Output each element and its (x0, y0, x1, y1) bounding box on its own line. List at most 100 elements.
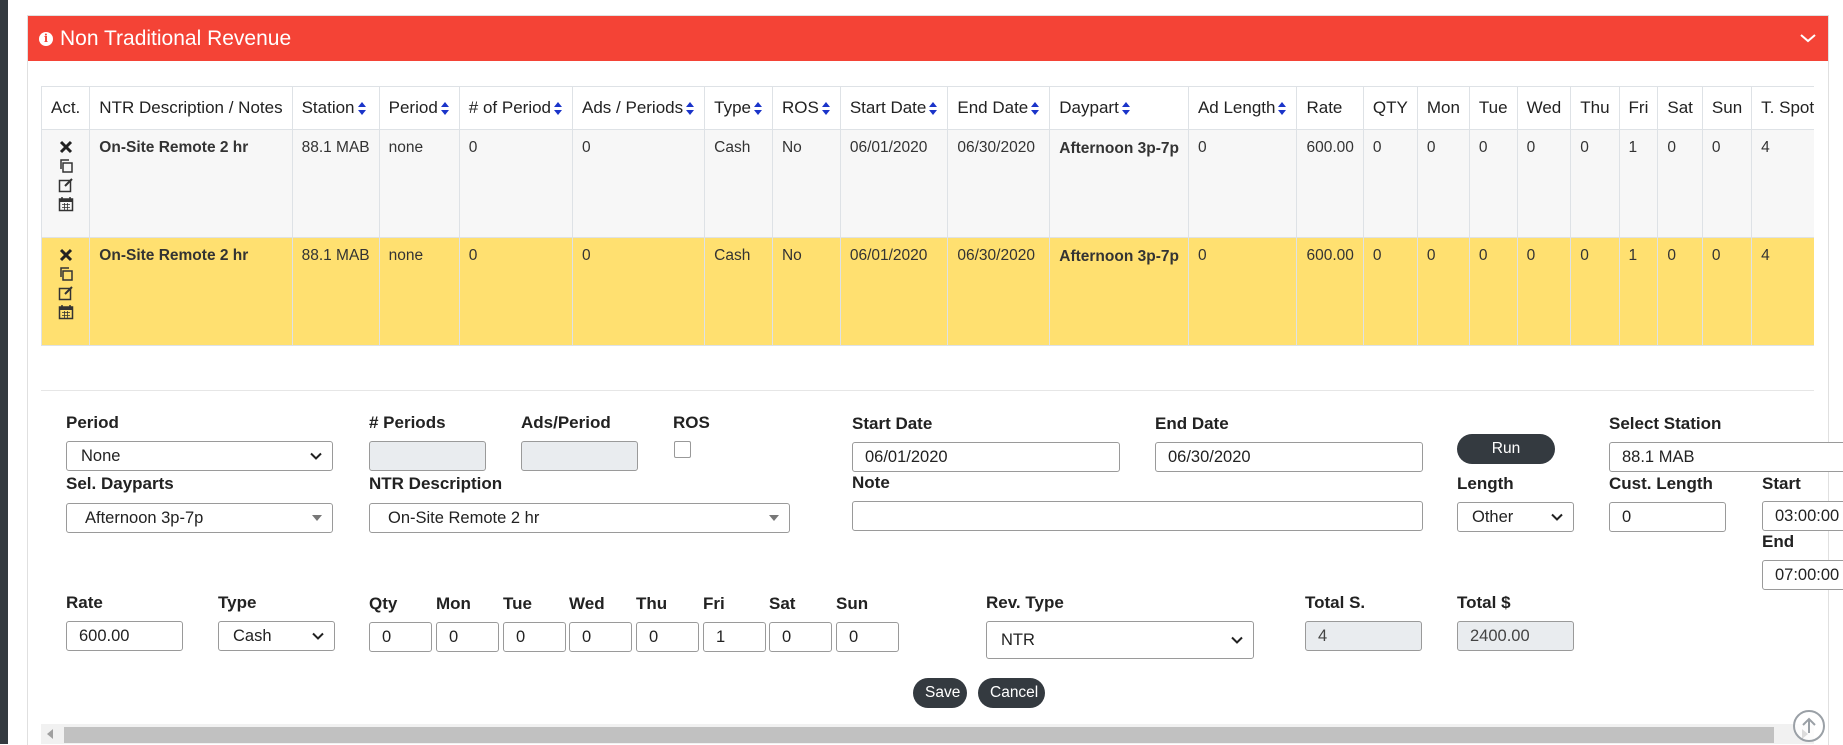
col-header-sat: Sat (1657, 86, 1703, 130)
end-time-input[interactable]: 07:00:00 P (1762, 560, 1843, 590)
total-spots-input[interactable]: 4 (1305, 621, 1422, 651)
col-header-mon: Mon (1416, 86, 1470, 130)
ntr-description-label: NTR Description (369, 474, 503, 493)
mon-input[interactable]: 0 (436, 622, 499, 652)
end-time-label: End (1762, 532, 1795, 551)
copy-icon[interactable] (58, 158, 74, 174)
cell-type: Cash (704, 129, 773, 238)
col-header-period[interactable]: Period (378, 86, 460, 130)
select-station-input[interactable]: 88.1 MAB (1609, 442, 1843, 472)
ads-period-input[interactable] (521, 441, 638, 471)
info-circle-icon: i (39, 31, 53, 46)
rev-type-label: Rev. Type (986, 593, 1064, 612)
start-date-label: Start Date (852, 414, 933, 433)
col-header-tue: Tue (1468, 86, 1518, 130)
cell-sat: 0 (1657, 237, 1703, 346)
save-button[interactable]: Save (913, 678, 967, 708)
cell-type: Cash (704, 237, 773, 346)
horizontal-scrollbar[interactable] (41, 724, 1814, 744)
col-header-act: Act. (41, 86, 91, 130)
panel-header[interactable]: i Non Traditional Revenue (28, 16, 1828, 61)
start-time-input[interactable]: 03:00:00 P (1762, 501, 1843, 531)
dayparts-select[interactable]: Afternoon 3p-7p (66, 503, 333, 533)
chevron-down-icon (312, 632, 324, 640)
rev-type-select[interactable]: NTR (986, 621, 1254, 659)
delete-x-icon[interactable] (58, 247, 74, 263)
col-header-ads-periods[interactable]: Ads / Periods (572, 86, 706, 130)
col-header-qty: QTY (1362, 86, 1418, 130)
num-periods-input[interactable] (369, 441, 486, 471)
select-station-label: Select Station (1609, 414, 1722, 433)
caret-down-icon (312, 515, 322, 521)
cell-tue: 0 (1468, 237, 1518, 346)
sort-icon (1278, 102, 1287, 116)
start-date-input[interactable]: 06/01/2020 (852, 442, 1120, 472)
col-header-type[interactable]: Type (704, 86, 773, 130)
ntr-description-select[interactable]: On-Site Remote 2 hr (369, 503, 790, 533)
num-periods-label: # Periods (369, 413, 446, 432)
wed-input[interactable]: 0 (569, 622, 632, 652)
delete-x-icon[interactable] (58, 139, 74, 155)
cell-fri: 1 (1618, 129, 1659, 238)
col-header-daypart[interactable]: Daypart (1049, 86, 1189, 130)
sort-icon (686, 102, 695, 116)
tue-input[interactable]: 0 (503, 622, 566, 652)
table-header-row: Act. NTR Description / Notes Station Per… (41, 86, 1814, 130)
col-header-rate: Rate (1296, 86, 1364, 130)
period-select[interactable]: None (66, 441, 333, 471)
cell-start-date: 06/01/2020 (839, 129, 949, 238)
table-row[interactable]: On-Site Remote 2 hr 88.1 MAB none 0 0 Ca… (41, 129, 1814, 238)
edit-icon[interactable] (58, 285, 74, 301)
scrollbar-thumb[interactable] (64, 727, 1774, 743)
col-header-ros[interactable]: ROS (771, 86, 841, 130)
calendar-icon[interactable] (58, 196, 74, 212)
col-header-num-period[interactable]: # of Period (458, 86, 574, 130)
chevron-down-icon (1551, 513, 1563, 521)
edit-icon[interactable] (58, 177, 74, 193)
col-header-end-date[interactable]: End Date (947, 86, 1051, 130)
caret-down-icon (769, 515, 779, 521)
rate-input[interactable]: 600.00 (66, 621, 183, 651)
chevron-down-icon[interactable] (1798, 28, 1818, 48)
cancel-button[interactable]: Cancel (978, 678, 1045, 708)
ntr-edit-form: Period None # Periods Ads/Period ROS Sta… (41, 373, 1843, 708)
sun-input[interactable]: 0 (836, 622, 899, 652)
cell-daypart: Afternoon 3p-7p (1049, 129, 1189, 238)
cell-sun: 0 (1701, 129, 1753, 238)
note-input[interactable] (852, 501, 1423, 531)
cell-start-date: 06/01/2020 (839, 237, 949, 346)
tue-label: Tue (503, 594, 532, 613)
type-select[interactable]: Cash (218, 621, 335, 651)
thu-input[interactable]: 0 (636, 622, 699, 652)
sat-input[interactable]: 0 (769, 622, 832, 652)
cell-sun: 0 (1701, 237, 1753, 346)
col-header-thu: Thu (1570, 86, 1620, 130)
cust-length-input[interactable]: 0 (1609, 502, 1726, 532)
fri-input[interactable]: 1 (703, 622, 766, 652)
sort-icon (821, 102, 831, 116)
cell-wed: 0 (1516, 129, 1572, 238)
qty-input[interactable]: 0 (369, 622, 432, 652)
sort-icon (1031, 102, 1040, 116)
col-header-ad-length[interactable]: Ad Length (1187, 86, 1298, 130)
total-dollars-input[interactable]: 2400.00 (1457, 621, 1574, 651)
col-header-sun: Sun (1701, 86, 1753, 130)
sort-icon (929, 102, 938, 116)
cell-rate: 600.00 (1296, 237, 1364, 346)
run-weeks-button[interactable]: Run Weeks (1457, 434, 1555, 487)
col-header-station[interactable]: Station (291, 86, 380, 130)
end-date-input[interactable]: 06/30/2020 (1155, 442, 1423, 472)
table-row-selected[interactable]: On-Site Remote 2 hr 88.1 MAB none 0 0 Ca… (41, 237, 1814, 346)
sort-icon (1121, 102, 1131, 116)
ros-checkbox[interactable] (674, 441, 691, 458)
calendar-icon[interactable] (58, 304, 74, 320)
arrow-up-circle-icon[interactable] (1793, 710, 1825, 742)
cell-ros: No (771, 237, 841, 346)
col-header-start-date[interactable]: Start Date (839, 86, 949, 130)
col-header-desc: NTR Description / Notes (89, 86, 293, 130)
copy-icon[interactable] (58, 266, 74, 282)
cust-length-label: Cust. Length (1609, 474, 1713, 493)
col-header-t-spots[interactable]: T. Spots (1751, 86, 1814, 130)
length-select[interactable]: Other (1457, 502, 1574, 532)
total-spots-label: Total S. (1305, 593, 1366, 612)
